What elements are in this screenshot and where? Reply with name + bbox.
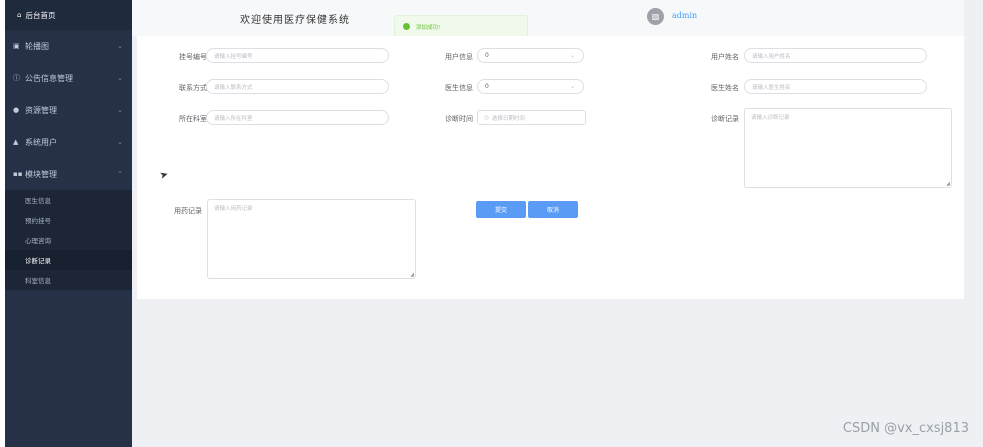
submenu-item-diagnosis[interactable]: 诊断记录 (5, 250, 132, 270)
reg-no-label: 挂号编号 (179, 53, 207, 61)
success-icon (403, 23, 410, 30)
chevron-down-icon: ⌄ (117, 42, 123, 50)
sidebar-item-notice[interactable]: ⓘ 公告信息管理 ⌄ (5, 62, 132, 94)
resize-grip-icon[interactable]: ◢ (410, 272, 414, 278)
diag-record-label: 诊断记录 (711, 115, 739, 123)
chevron-down-icon: ⌄ (569, 52, 575, 59)
user-info-label: 用户信息 (445, 53, 473, 61)
doctor-name-input[interactable]: 请输入医生姓名 (744, 79, 927, 94)
sidebar-submenu: 医生信息 预约挂号 心理咨询 诊断记录 科室信息 (5, 190, 132, 290)
submenu-item-appointment[interactable]: 预约挂号 (5, 210, 132, 230)
doctor-info-label: 医生信息 (445, 84, 473, 92)
sidebar-home-label: 后台首页 (25, 10, 56, 20)
success-toast: 添加成功! (394, 15, 528, 38)
user-info-value: 0 (485, 52, 489, 59)
department-input[interactable]: 请输入所在科室 (206, 110, 389, 125)
doctor-info-select[interactable]: 0 ⌄ (477, 79, 584, 94)
submenu-label: 诊断记录 (25, 257, 51, 265)
cancel-button[interactable]: 取消 (528, 201, 578, 218)
watermark: CSDN @vx_cxsj813 (842, 421, 969, 436)
chevron-down-icon: ⌄ (117, 74, 123, 82)
submenu-label: 科室信息 (25, 277, 51, 285)
submenu-item-consult[interactable]: 心理咨询 (5, 230, 132, 250)
department-label: 所在科室 (179, 115, 207, 123)
username[interactable]: admin (672, 11, 697, 20)
toast-message: 添加成功! (416, 24, 441, 31)
welcome-title: 欢迎使用医疗保健系统 (240, 15, 350, 26)
diag-time-picker[interactable]: ◷ 选择日期时间 (477, 110, 586, 125)
chevron-up-icon: ⌃ (117, 170, 123, 178)
submenu-label: 心理咨询 (25, 237, 51, 245)
sidebar-item-label: 公告信息管理 (25, 73, 73, 83)
user-name-label: 用户姓名 (711, 53, 739, 61)
form-panel: 挂号编号 请输入挂号编号 用户信息 0 ⌄ 用户姓名 请输入用户姓名 联系方式 … (137, 36, 964, 299)
sidebar-item-label: 资源管理 (25, 105, 57, 115)
sidebar-item-label: 系统用户 (25, 137, 57, 147)
clock-icon: ◷ (484, 114, 489, 121)
user-info-select[interactable]: 0 ⌄ (477, 48, 584, 63)
sidebar-item-label: 轮播图 (25, 41, 49, 51)
chevron-down-icon: ⌄ (117, 138, 123, 146)
grid-icon: ▪▪ (13, 170, 23, 178)
sidebar-home[interactable]: ⌂ 后台首页 (5, 0, 132, 30)
sidebar: ⌂ 后台首页 ▣ 轮播图 ⌄ ⓘ 公告信息管理 ⌄ ● 资源管理 ⌄ ▲ 系统用… (5, 0, 132, 447)
diag-record-textarea[interactable]: 请输入诊断记录 ◢ (744, 108, 952, 188)
doctor-name-label: 医生姓名 (711, 84, 739, 92)
contact-input[interactable]: 请输入联系方式 (206, 79, 389, 94)
chevron-down-icon: ⌄ (569, 83, 575, 90)
sidebar-item-module[interactable]: ▪▪ 模块管理 ⌃ (5, 158, 132, 190)
reg-no-input[interactable]: 请输入挂号编号 (206, 48, 389, 63)
avatar[interactable]: ▨ (647, 8, 664, 25)
submenu-label: 医生信息 (25, 197, 51, 205)
sidebar-item-label: 模块管理 (25, 169, 57, 179)
info-icon: ⓘ (13, 74, 20, 82)
sidebar-item-system-user[interactable]: ▲ 系统用户 ⌄ (5, 126, 132, 158)
resize-grip-icon[interactable]: ◢ (946, 181, 950, 187)
submit-button[interactable]: 提交 (476, 201, 526, 218)
submenu-item-doctor[interactable]: 医生信息 (5, 190, 132, 210)
med-record-textarea[interactable]: 请输入用药记录 ◢ (207, 199, 416, 279)
doctor-info-value: 0 (485, 83, 489, 90)
submenu-item-department[interactable]: 科室信息 (5, 270, 132, 290)
main-area: 欢迎使用医疗保健系统 添加成功! ▨ admin 挂号编号 请输入挂号编号 用户… (132, 0, 983, 447)
contact-label: 联系方式 (179, 84, 207, 92)
chevron-down-icon: ⌄ (117, 106, 123, 114)
header: 欢迎使用医疗保健系统 添加成功! ▨ admin (132, 0, 964, 38)
sidebar-item-resource[interactable]: ● 资源管理 ⌄ (5, 94, 132, 126)
diag-record-placeholder: 请输入诊断记录 (751, 115, 790, 121)
diag-time-placeholder: 选择日期时间 (491, 115, 525, 122)
diag-time-label: 诊断时间 (445, 115, 473, 123)
home-icon: ⌂ (17, 11, 22, 19)
image-icon: ▣ (13, 42, 20, 50)
user-icon: ▲ (13, 138, 19, 146)
submenu-label: 预约挂号 (25, 217, 51, 225)
sidebar-item-carousel[interactable]: ▣ 轮播图 ⌄ (5, 30, 132, 62)
med-record-label: 用药记录 (174, 207, 202, 215)
user-name-input[interactable]: 请输入用户姓名 (744, 48, 927, 63)
location-icon: ● (13, 106, 20, 114)
med-record-placeholder: 请输入用药记录 (214, 206, 253, 212)
